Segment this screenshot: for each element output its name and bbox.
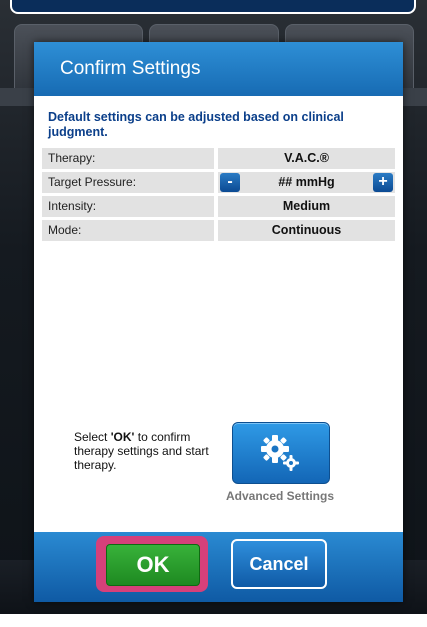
gears-icon	[261, 435, 299, 471]
settings-table: Therapy: V.A.C.® Target Pressure: - ## m…	[42, 148, 395, 241]
dialog-title: Confirm Settings	[60, 58, 201, 79]
settings-label: Target Pressure:	[42, 172, 214, 193]
dialog-header: Confirm Settings	[34, 42, 403, 96]
advanced-settings-label: Advanced Settings	[225, 489, 335, 503]
settings-label: Intensity:	[42, 196, 214, 217]
settings-row-intensity: Intensity: Medium	[42, 196, 395, 217]
settings-label: Therapy:	[42, 148, 214, 169]
dialog-footer: OK Cancel	[34, 532, 403, 602]
ok-button[interactable]: OK	[106, 544, 200, 586]
confirm-settings-dialog: Confirm Settings Default settings can be…	[34, 42, 403, 602]
top-status-strip	[10, 0, 416, 14]
target-pressure-stepper: - ## mmHg +	[218, 172, 395, 193]
advanced-settings-button[interactable]	[232, 422, 330, 484]
settings-value: Medium	[218, 196, 395, 217]
decrease-pressure-button[interactable]: -	[220, 173, 240, 192]
device-screen: Confirm Settings Default settings can be…	[0, 0, 427, 627]
confirm-instructions: Select 'OK' to confirm therapy settings …	[74, 430, 214, 472]
confirm-prefix: Select	[74, 430, 111, 444]
bottom-edge	[0, 614, 427, 627]
settings-row-therapy: Therapy: V.A.C.®	[42, 148, 395, 169]
clinical-note: Default settings can be adjusted based o…	[48, 110, 344, 139]
settings-row-target-pressure: Target Pressure: - ## mmHg +	[42, 172, 395, 193]
settings-value: Continuous	[218, 220, 395, 241]
cancel-button[interactable]: Cancel	[231, 539, 327, 589]
settings-value: V.A.C.®	[218, 148, 395, 169]
settings-row-mode: Mode: Continuous	[42, 220, 395, 241]
settings-label: Mode:	[42, 220, 214, 241]
target-pressure-value: ## mmHg	[278, 175, 335, 189]
confirm-ok-ref: 'OK'	[110, 430, 135, 444]
increase-pressure-button[interactable]: +	[373, 173, 393, 192]
